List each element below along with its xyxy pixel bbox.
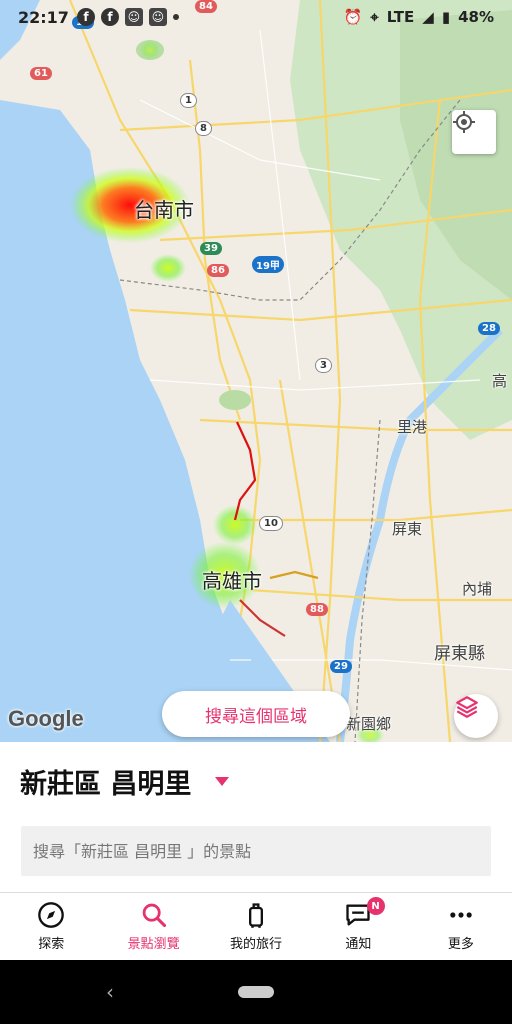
search-icon bbox=[142, 903, 166, 928]
place-label: 新園鄉 bbox=[346, 715, 392, 733]
battery-icon: ▮ bbox=[441, 8, 451, 26]
place-label: 屏東縣 bbox=[434, 644, 485, 664]
city-label-kaohsiung: 高雄市 bbox=[202, 569, 262, 593]
road-shield: 19甲 bbox=[252, 256, 284, 273]
place-label: 內埔 bbox=[462, 580, 493, 598]
road-shield: 29 bbox=[330, 660, 352, 673]
status-time: 22:17 bbox=[18, 7, 69, 27]
region-selector[interactable]: 新莊區 昌明里 bbox=[20, 762, 230, 801]
road-shield: 8 bbox=[195, 121, 212, 136]
status-bar: 22:17 f f ☺ ☺ ⏰ ⌖ LTE ◢ ▮ 48% bbox=[0, 0, 512, 34]
road-shield: 86 bbox=[207, 264, 229, 277]
nav-item-notifications[interactable]: N 通知 bbox=[307, 893, 409, 960]
place-label: 屏東 bbox=[392, 520, 423, 538]
app-screen: 台南市 高雄市 里港 屏東 內埔 屏東縣 新園鄉 高 61 1 8 39 86 … bbox=[0, 0, 512, 1024]
system-navigation-bar: ‹ bbox=[0, 960, 512, 1024]
nav-item-more[interactable]: 更多 bbox=[410, 893, 512, 960]
alarm-icon: ⏰ bbox=[343, 8, 363, 26]
app-notification-icon: ☺ bbox=[124, 8, 143, 26]
nav-item-label: 我的旅行 bbox=[230, 937, 283, 952]
road-shield: 88 bbox=[306, 603, 328, 616]
bottom-navigation: 探索 景點瀏覽 我的旅行 N 通知 更多 bbox=[0, 892, 512, 960]
caret-down-icon bbox=[215, 777, 230, 786]
layers-icon bbox=[456, 696, 478, 718]
road-shield: 1 bbox=[180, 93, 197, 108]
region-name: 新莊區 昌明里 bbox=[20, 769, 192, 800]
nav-item-my-trips[interactable]: 我的旅行 bbox=[205, 893, 307, 960]
nav-item-label: 更多 bbox=[447, 937, 474, 952]
road-shield: 61 bbox=[30, 67, 52, 80]
nav-item-label: 景點瀏覽 bbox=[127, 937, 180, 952]
more-icon bbox=[450, 912, 472, 918]
luggage-icon bbox=[249, 903, 264, 928]
signal-icon: ◢ bbox=[422, 8, 434, 26]
city-label-tainan: 台南市 bbox=[134, 198, 194, 222]
nav-item-label: 探索 bbox=[38, 937, 65, 952]
place-label: 高 bbox=[492, 372, 508, 390]
nav-item-browse-spots[interactable]: 景點瀏覽 bbox=[102, 893, 204, 960]
map-canvas bbox=[0, 0, 512, 742]
spot-search-input[interactable] bbox=[21, 826, 491, 876]
road-shield: 10 bbox=[259, 516, 283, 531]
map-view[interactable]: 台南市 高雄市 里港 屏東 內埔 屏東縣 新園鄉 高 61 1 8 39 86 … bbox=[0, 0, 512, 742]
app-notification-icon: ☺ bbox=[148, 8, 167, 26]
road-shield: 39 bbox=[200, 242, 222, 255]
search-this-area-button[interactable]: 搜尋這個區域 bbox=[162, 691, 350, 737]
network-label: LTE bbox=[386, 8, 415, 26]
google-logo: Google bbox=[8, 706, 84, 731]
nav-item-explore[interactable]: 探索 bbox=[0, 893, 102, 960]
more-notifications-dot-icon bbox=[172, 14, 179, 20]
place-label: 里港 bbox=[397, 418, 428, 436]
location-icon: ⌖ bbox=[370, 8, 379, 26]
nav-item-label: 通知 bbox=[345, 937, 372, 952]
road-shield: 3 bbox=[315, 358, 332, 373]
crosshair-icon bbox=[453, 111, 475, 133]
region-panel: 新莊區 昌明里 bbox=[0, 742, 512, 892]
facebook-icon: f bbox=[76, 8, 95, 26]
home-pill-icon[interactable] bbox=[238, 986, 274, 998]
my-location-button[interactable] bbox=[452, 110, 496, 154]
road-shield: 28 bbox=[478, 322, 500, 335]
notification-badge: N bbox=[366, 897, 385, 915]
map-layers-button[interactable] bbox=[454, 694, 498, 738]
facebook-icon: f bbox=[100, 8, 119, 26]
compass-icon bbox=[38, 902, 65, 928]
back-icon[interactable]: ‹ bbox=[106, 980, 114, 1004]
battery-level: 48% bbox=[458, 8, 494, 26]
